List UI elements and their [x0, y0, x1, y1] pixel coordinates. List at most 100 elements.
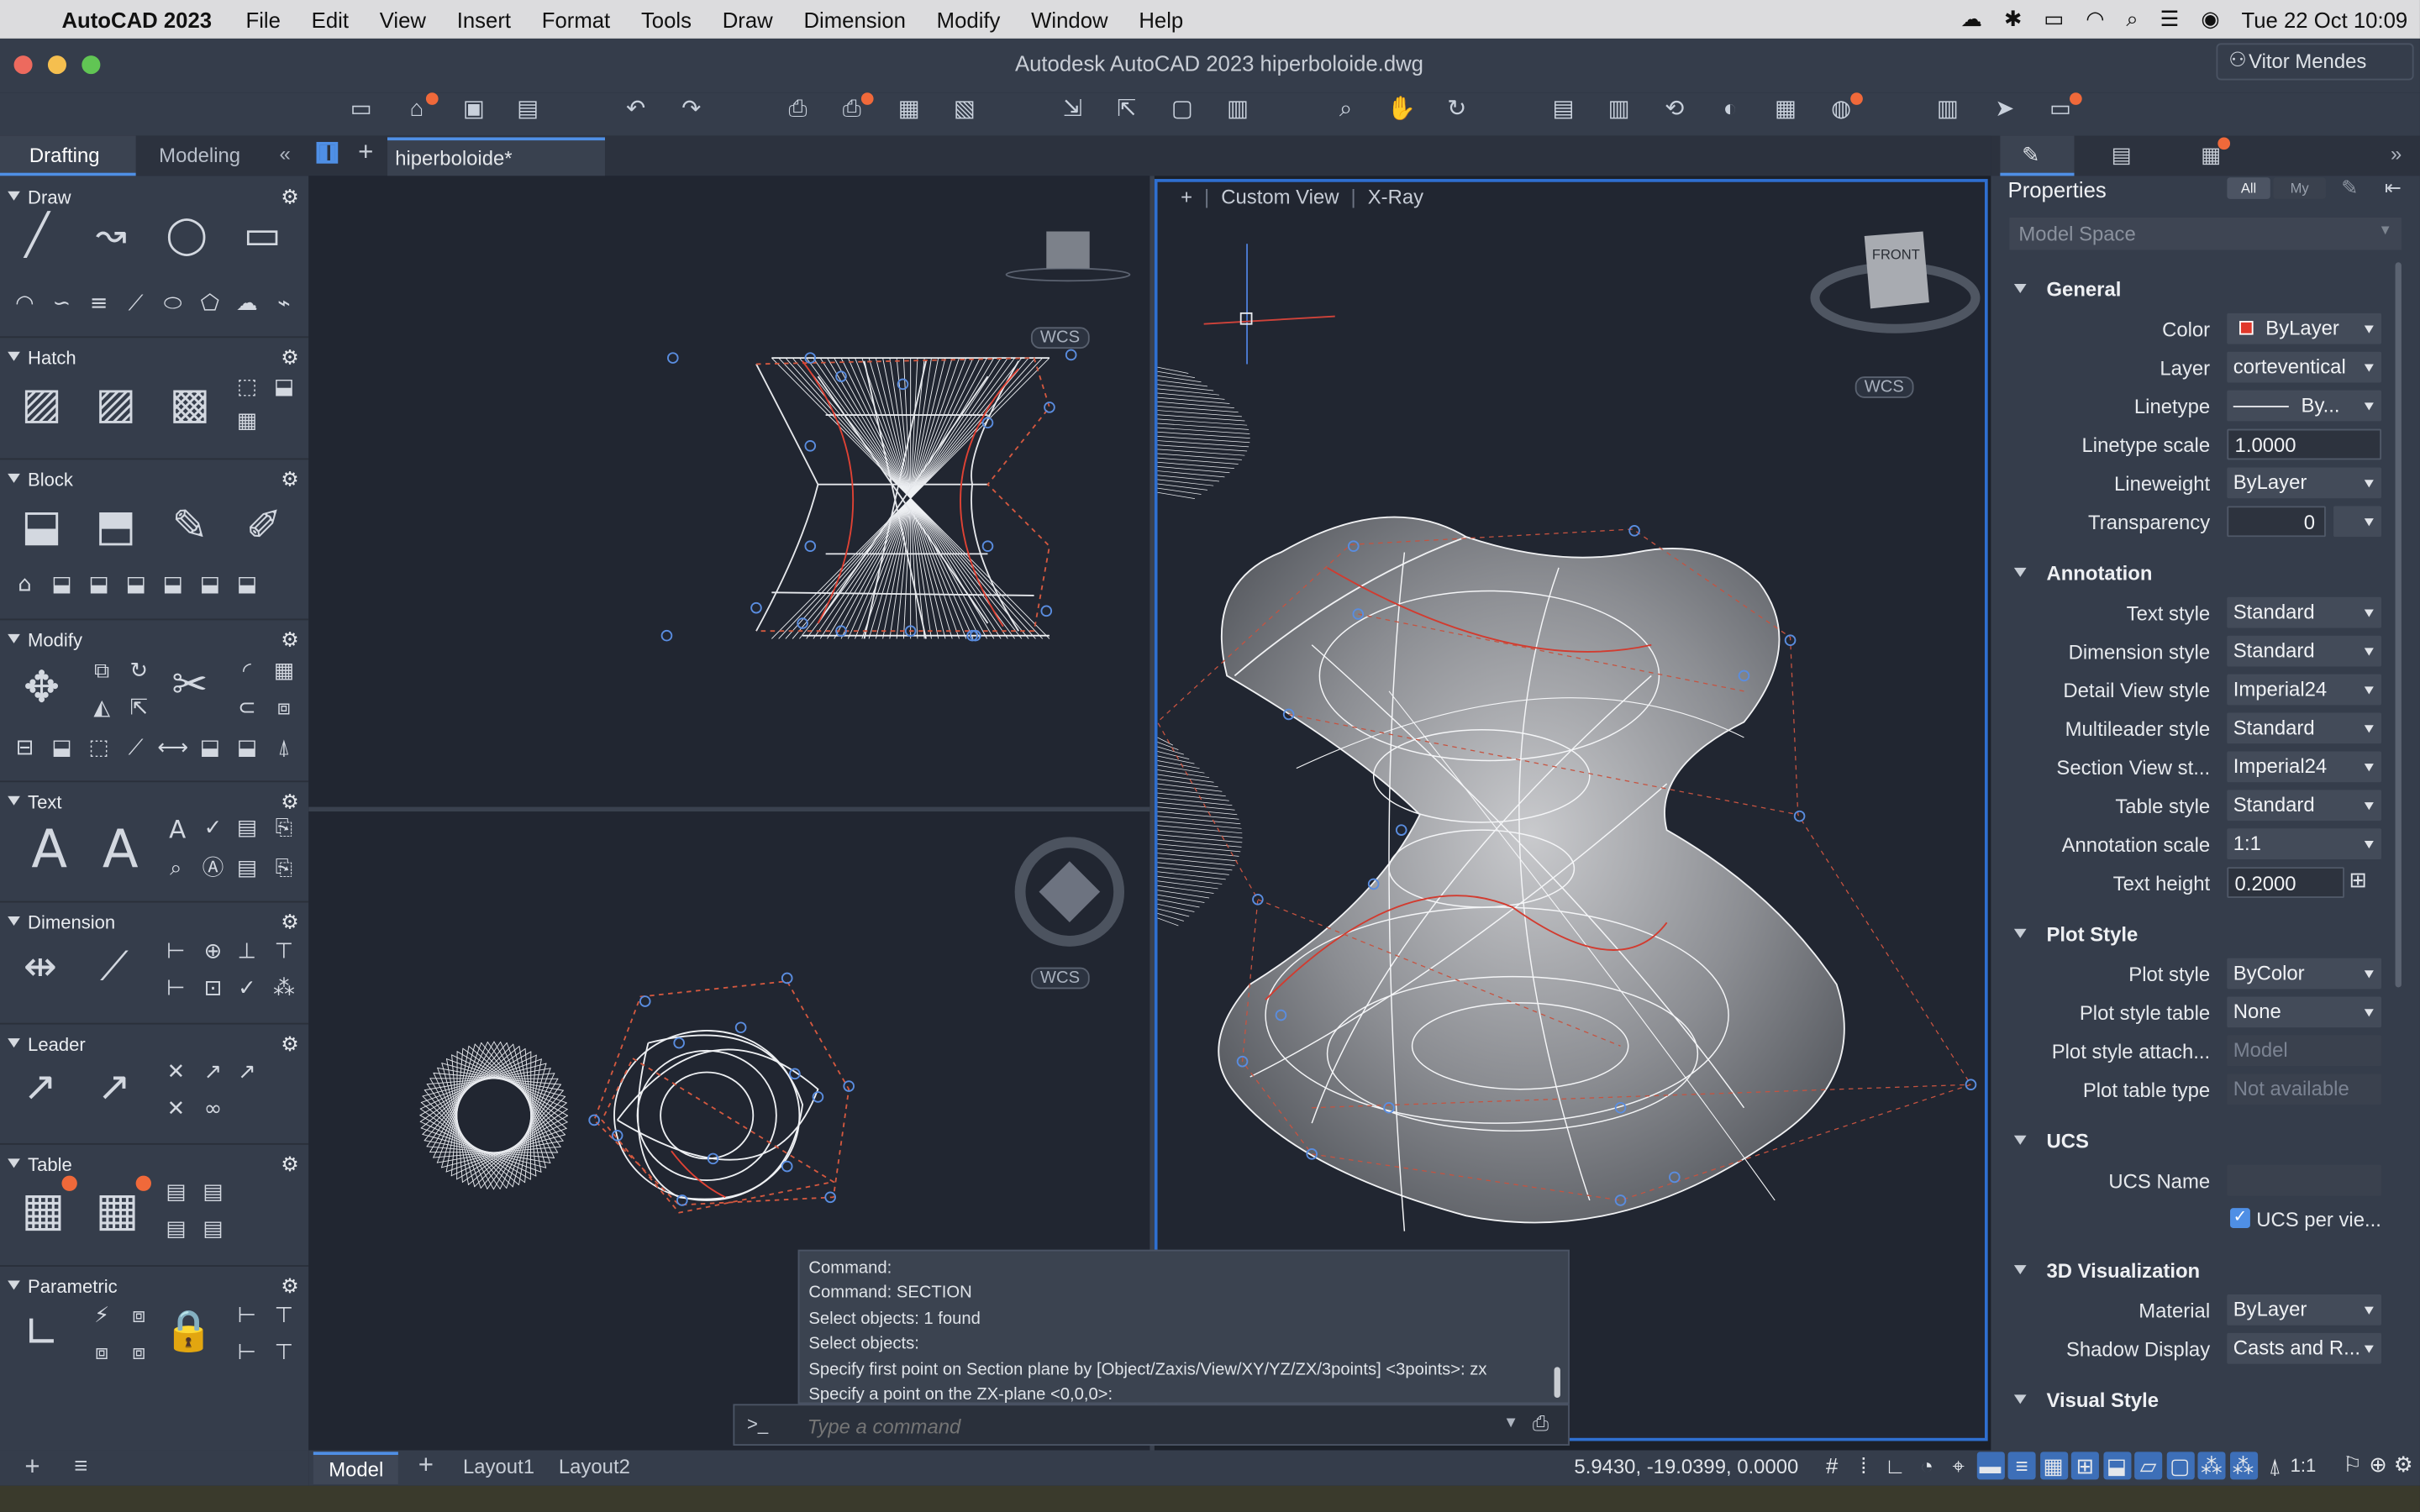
new-file-icon[interactable]: ▭: [345, 94, 376, 125]
pin-icon[interactable]: ⍋: [269, 734, 300, 762]
menu-help[interactable]: Help: [1123, 7, 1199, 31]
isolate-icon[interactable]: ⊕: [2369, 1452, 2387, 1478]
prop-value[interactable]: Standard: [2227, 596, 2382, 628]
palette-menu-icon[interactable]: ≡: [74, 1453, 87, 1479]
share-icon[interactable]: ▢: [1167, 94, 1198, 125]
export-icon[interactable]: ⇱: [1111, 94, 1142, 125]
fillet-icon[interactable]: ◜: [232, 657, 263, 685]
plot-icon[interactable]: ⎙: [782, 94, 813, 125]
prop-value[interactable]: 0: [2227, 506, 2326, 538]
refresh-icon[interactable]: ⟲: [1659, 94, 1690, 125]
annotation-scale-icon[interactable]: ⍋: [2261, 1452, 2289, 1479]
link-table-icon[interactable]: ▤: [160, 1215, 192, 1243]
prop-value[interactable]: Imperial24: [2227, 751, 2382, 783]
dim-linear-icon[interactable]: ⇹: [15, 944, 65, 990]
osnap-icon[interactable]: ⌖: [1944, 1452, 1972, 1479]
line-icon[interactable]: ╱: [13, 213, 62, 259]
orbit-icon[interactable]: ↻: [1441, 94, 1472, 125]
import-icon[interactable]: ⇲: [1057, 94, 1088, 125]
mirror-icon[interactable]: ◭: [87, 695, 118, 722]
gear-icon[interactable]: ⚙: [281, 1274, 298, 1299]
palette-section-text[interactable]: Text ⚙: [0, 787, 308, 818]
palette-section-block[interactable]: Block ⚙: [0, 465, 308, 496]
palette-section-leader[interactable]: Leader ⚙: [0, 1029, 308, 1060]
save-as-icon[interactable]: ▤: [513, 94, 544, 125]
move-icon[interactable]: ✥: [15, 663, 67, 713]
filter-my-button[interactable]: My: [2273, 177, 2326, 199]
lock-icon[interactable]: 🔒: [164, 1309, 213, 1355]
scale-icon[interactable]: ⬚: [83, 734, 114, 762]
ortho-icon[interactable]: ∟: [1881, 1452, 1909, 1479]
remove-leader-icon[interactable]: ✕: [160, 1095, 192, 1123]
quick-select-icon[interactable]: ✎: [2341, 176, 2358, 200]
palette-section-draw[interactable]: Draw ⚙: [0, 182, 308, 213]
annotation-visibility-icon[interactable]: ⁂: [2197, 1452, 2226, 1480]
gear-icon[interactable]: ⚙: [281, 790, 298, 814]
pan-icon[interactable]: ✋: [1386, 94, 1417, 125]
pdf-text-icon[interactable]: ⎘: [269, 815, 300, 843]
edit-poly-icon[interactable]: ⬓: [232, 734, 263, 762]
gear-icon[interactable]: ⚙: [281, 345, 298, 370]
snap-icon[interactable]: ⁞: [1849, 1452, 1877, 1479]
menu-edit[interactable]: Edit: [296, 7, 364, 31]
view-menu[interactable]: Custom View: [1221, 185, 1339, 208]
tab-modeling[interactable]: Modeling: [159, 144, 240, 167]
prop-value[interactable]: ByColor: [2227, 958, 2382, 990]
polygon-icon[interactable]: ⬠: [194, 290, 225, 318]
customize-gear-icon[interactable]: ⚙: [2394, 1452, 2413, 1478]
dynamic-input-icon[interactable]: ▱: [2134, 1452, 2163, 1480]
erase-icon[interactable]: ⬓: [46, 734, 77, 762]
block-icon[interactable]: ▦: [1770, 94, 1802, 125]
delete-constraint-icon[interactable]: ⊢: [232, 1339, 263, 1367]
dim-center-icon[interactable]: ⊕: [197, 938, 229, 966]
prop-section-annotation[interactable]: Annotation: [1991, 555, 2420, 592]
tab-model[interactable]: Model: [313, 1452, 399, 1484]
menu-draw[interactable]: Draw: [707, 7, 788, 31]
hatch-icon[interactable]: ▨: [15, 379, 67, 429]
bluetooth-icon[interactable]: ✱: [2004, 6, 2023, 32]
menu-format[interactable]: Format: [526, 7, 625, 31]
zoom-window-button[interactable]: [82, 55, 101, 75]
menu-tools[interactable]: Tools: [626, 7, 708, 31]
prop-value[interactable]: Imperial24: [2227, 674, 2382, 706]
ray-icon[interactable]: ⟋: [120, 290, 151, 318]
layer-icon[interactable]: ▥: [1603, 94, 1634, 125]
wipeout-icon[interactable]: ⌁: [269, 290, 300, 318]
dim-radius-icon[interactable]: ⊡: [197, 975, 229, 1003]
download-table-icon[interactable]: ▤: [197, 1215, 229, 1243]
create-block-icon[interactable]: ⬒: [90, 501, 142, 551]
dynamic-ucs-icon[interactable]: ▬: [1975, 1452, 2004, 1480]
constraint-show-icon[interactable]: ⧈: [124, 1339, 155, 1367]
extract-icon[interactable]: ▤: [197, 1179, 229, 1206]
send-icon[interactable]: ➤: [1990, 94, 2021, 125]
array-icon[interactable]: ▦: [269, 657, 300, 685]
param-manager-icon[interactable]: ⊤: [269, 1339, 300, 1367]
auto-scale-icon[interactable]: ⁂: [2229, 1452, 2258, 1480]
gear-icon[interactable]: ⚙: [281, 628, 298, 653]
transparency-mode-button[interactable]: [2333, 506, 2382, 538]
dim-baseline-icon[interactable]: ⊢: [160, 938, 192, 966]
polyline-icon[interactable]: ↝: [88, 213, 134, 255]
prop-section-ucs[interactable]: UCS: [1991, 1123, 2420, 1160]
revcloud-icon[interactable]: ☁: [232, 290, 263, 318]
edit-block-icon[interactable]: ✎: [164, 501, 216, 551]
3d-osnap-icon[interactable]: ⬓: [2102, 1452, 2131, 1480]
grid-icon[interactable]: #: [1818, 1452, 1846, 1479]
siri-icon[interactable]: ◉: [2201, 6, 2219, 32]
leader-style-icon[interactable]: ∞: [197, 1095, 229, 1123]
spline-icon[interactable]: ∽: [46, 290, 77, 318]
attribute-icon[interactable]: ✐: [238, 501, 290, 551]
find-text-icon[interactable]: ⌕: [160, 855, 192, 883]
publish-icon[interactable]: ▦: [893, 94, 924, 125]
wcs-menu-right[interactable]: WCS: [1854, 376, 1913, 398]
new-tab-icon[interactable]: +: [358, 137, 373, 168]
undo-icon[interactable]: ↶: [620, 94, 651, 125]
palette-section-parametric[interactable]: Parametric ⚙: [0, 1271, 308, 1302]
prop-value[interactable]: 0.2000: [2227, 867, 2344, 898]
prop-section-general[interactable]: General: [1991, 271, 2420, 308]
compare-icon[interactable]: ▥: [1933, 94, 1964, 125]
prop-value[interactable]: ByLayer: [2227, 312, 2382, 344]
spell-icon[interactable]: ✓: [197, 815, 229, 843]
save-icon[interactable]: ▣: [458, 94, 489, 125]
palette-section-dimension[interactable]: Dimension ⚙: [0, 907, 308, 938]
